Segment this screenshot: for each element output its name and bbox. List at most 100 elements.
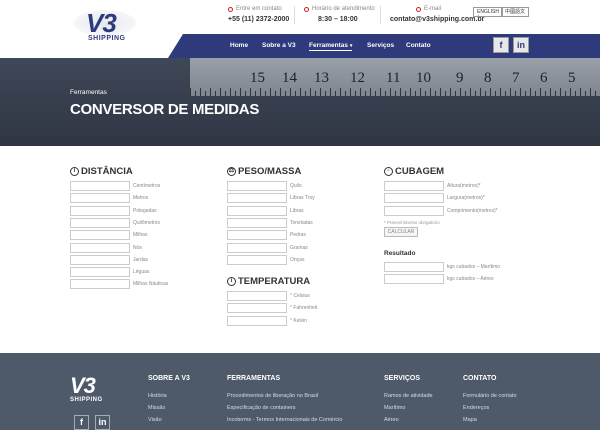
temperatura-unit-label: ° Celsius xyxy=(290,293,310,299)
linkedin-icon[interactable]: in xyxy=(95,415,110,430)
nav-sobre[interactable]: Sobre a V3 xyxy=(262,42,296,49)
ruler-tick xyxy=(340,88,341,96)
footer-link[interactable]: Missão xyxy=(148,405,165,411)
temperatura-title-text: TEMPERATURA xyxy=(238,276,311,287)
email-value[interactable]: contato@v3shipping.com.br xyxy=(390,16,484,23)
ruler-number: 11 xyxy=(386,70,401,86)
site-footer: V3 SHIPPING f in SOBRE A V3 História Mis… xyxy=(0,353,600,430)
ruler-tick xyxy=(380,88,381,96)
footer-link[interactable]: Especificação de containers xyxy=(227,405,295,411)
cubagem-input[interactable] xyxy=(384,205,444,216)
distancia-unit-label: Nós xyxy=(133,244,142,251)
temperatura-input[interactable] xyxy=(227,315,287,326)
nav-contato[interactable]: Contato xyxy=(406,42,431,49)
cubagem-input[interactable] xyxy=(384,193,444,204)
peso-input[interactable] xyxy=(227,181,287,191)
ruler-tick xyxy=(345,91,346,96)
ruler-tick xyxy=(480,88,481,96)
resultado-input[interactable] xyxy=(384,262,444,272)
ruler-tick xyxy=(415,91,416,96)
ruler-tick xyxy=(455,91,456,96)
calcular-button[interactable]: CALCULAR xyxy=(384,227,418,237)
section-distancia-title: i DISTÂNCIA xyxy=(70,166,133,177)
ruler-tick xyxy=(420,88,421,96)
ruler-tick xyxy=(360,88,361,96)
distancia-input[interactable] xyxy=(70,254,130,265)
peso-unit-label: Libras xyxy=(290,207,304,214)
nav-ferramentas-label: Ferramentas xyxy=(309,42,349,49)
temperatura-input[interactable] xyxy=(227,303,287,314)
footer-link[interactable]: Mapa xyxy=(463,417,477,423)
distancia-input[interactable] xyxy=(70,181,130,191)
peso-input[interactable] xyxy=(227,242,287,253)
distancia-input[interactable] xyxy=(70,242,130,253)
ruler-tick xyxy=(505,91,506,96)
ruler-tick xyxy=(580,88,581,96)
ruler-tick xyxy=(460,88,461,96)
resultado-input[interactable] xyxy=(384,274,444,285)
peso-input[interactable] xyxy=(227,193,287,204)
distancia-input[interactable] xyxy=(70,217,130,228)
footer-link[interactable]: História xyxy=(148,393,167,399)
cube-icon: ▫ xyxy=(384,167,393,176)
ruler-tick xyxy=(315,91,316,96)
ruler-icon: i xyxy=(70,167,79,176)
ruler-tick xyxy=(375,91,376,96)
footer-link[interactable]: Endereços xyxy=(463,405,489,411)
ruler-tick xyxy=(575,91,576,96)
ruler-number: 14 xyxy=(282,70,297,86)
footer-link[interactable]: Visão xyxy=(148,417,162,423)
logo[interactable]: V3 SHIPPING xyxy=(74,8,136,48)
nav-servicos[interactable]: Serviços xyxy=(367,42,394,49)
weight-icon: ⚖ xyxy=(227,167,236,176)
footer-link[interactable]: Formulário de contato xyxy=(463,393,517,399)
phone-value[interactable]: +55 (11) 2372-2000 xyxy=(228,16,289,23)
ruler-tick xyxy=(570,88,571,96)
ruler-tick xyxy=(585,91,586,96)
distancia-unit-label: Centímetros xyxy=(133,183,161,189)
temperatura-input[interactable] xyxy=(227,291,287,301)
hours-label: Horário de atendimento xyxy=(312,6,375,12)
ruler-tick xyxy=(190,88,191,96)
facebook-icon[interactable]: f xyxy=(493,37,509,53)
nav-ferramentas[interactable]: Ferramentas ▾ xyxy=(309,42,353,51)
cubagem-input[interactable] xyxy=(384,181,444,191)
ruler-tick xyxy=(365,91,366,96)
linkedin-icon[interactable]: in xyxy=(513,37,529,53)
section-cubagem-title: ▫ CUBAGEM xyxy=(384,166,444,177)
nav-home[interactable]: Home xyxy=(230,42,248,49)
footer-link[interactable]: Marítimo xyxy=(384,405,405,411)
distancia-unit-label: Polegadas xyxy=(133,207,157,214)
distancia-input[interactable] xyxy=(70,230,130,241)
lang-chinese-button[interactable]: 中國語文 xyxy=(501,7,530,17)
facebook-icon[interactable]: f xyxy=(74,415,89,430)
peso-input[interactable] xyxy=(227,205,287,216)
ruler-tick xyxy=(350,88,351,96)
peso-input[interactable] xyxy=(227,254,287,265)
footer-link[interactable]: Aéreo xyxy=(384,417,399,423)
distancia-input[interactable] xyxy=(70,205,130,216)
distancia-unit-label: Metros xyxy=(133,195,149,202)
contact-hours: Horário de atendimento 8:30 – 18:00 xyxy=(304,6,375,23)
thermometer-icon: i xyxy=(227,277,236,286)
distancia-input[interactable] xyxy=(70,279,130,290)
breadcrumb[interactable]: Ferramentas xyxy=(70,89,107,96)
distancia-input[interactable] xyxy=(70,193,130,204)
peso-input[interactable] xyxy=(227,230,287,241)
ruler-tick xyxy=(520,88,521,96)
main-nav: Home Sobre a V3 Ferramentas ▾ Serviços C… xyxy=(183,34,600,58)
ruler-tick xyxy=(310,88,311,96)
peso-input[interactable] xyxy=(227,217,287,228)
footer-link[interactable]: Procedimentos de liberação no Brasil xyxy=(227,393,318,399)
ruler-tick xyxy=(535,91,536,96)
peso-unit-label: Quilo xyxy=(290,183,302,189)
footer-link[interactable]: Incoterms - Termos Internacionais de Com… xyxy=(227,417,342,423)
footer-logo[interactable]: V3 SHIPPING xyxy=(70,373,103,403)
ruler-number: 10 xyxy=(416,70,431,86)
lang-english-button[interactable]: ENGLISH xyxy=(473,7,503,17)
ruler-tick xyxy=(410,88,411,96)
ruler-tick xyxy=(270,88,271,96)
footer-link[interactable]: Ramos de atividade xyxy=(384,393,433,399)
cubagem-unit-label: Largura(metros)* xyxy=(447,195,485,202)
distancia-input[interactable] xyxy=(70,267,130,278)
